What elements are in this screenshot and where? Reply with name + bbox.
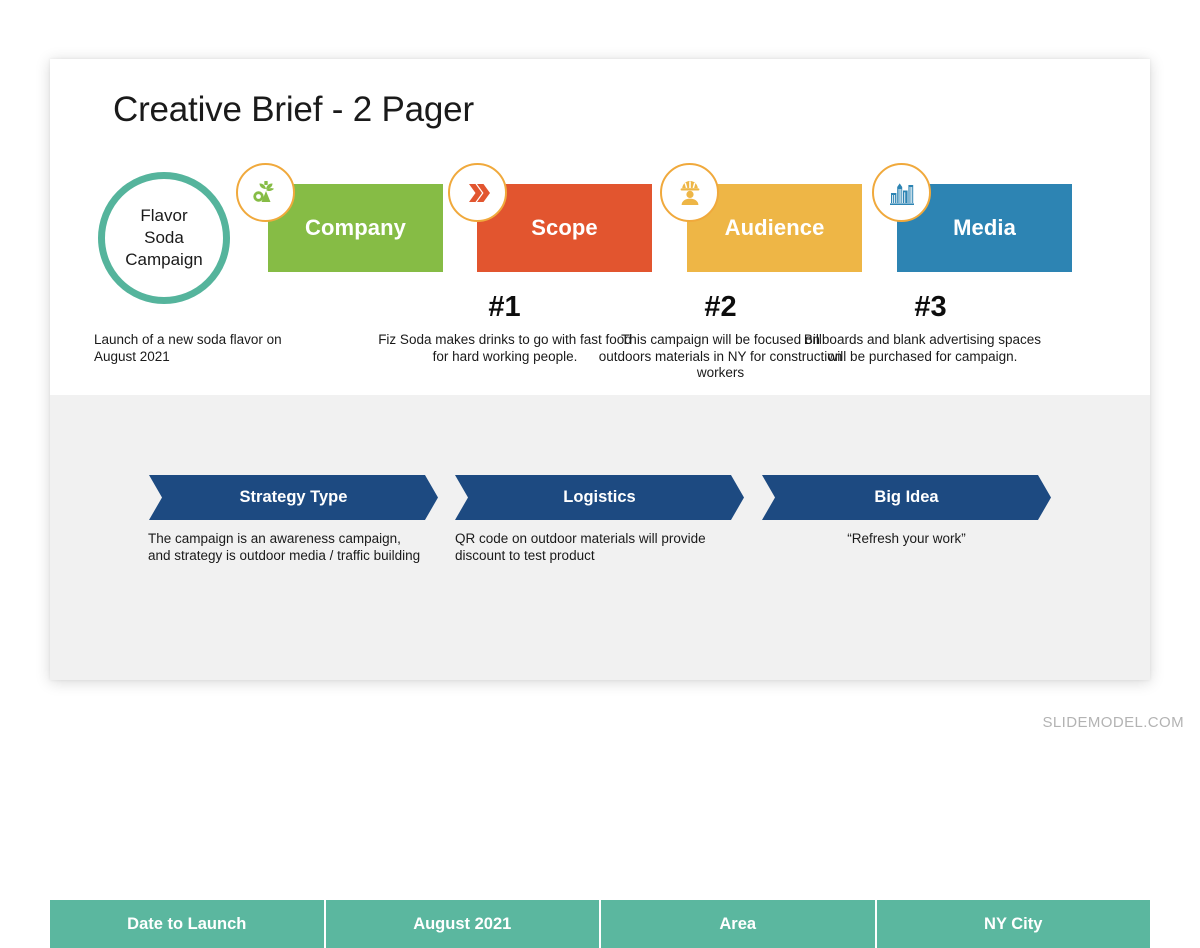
chevron-label: Strategy Type	[240, 488, 348, 507]
slide-canvas: Creative Brief - 2 Pager Flavor Soda Cam…	[50, 59, 1150, 680]
flavor-circle-label: Flavor Soda Campaign	[125, 205, 203, 271]
stage-label: Audience	[725, 215, 825, 241]
footer-table: Date to Launch August 2021 Area NY City	[50, 900, 1150, 948]
step-number-3: #3	[843, 291, 1018, 324]
chevron-caption-big-idea: “Refresh your work”	[762, 530, 1051, 547]
chevron-caption-strategy-type: The campaign is an awareness campaign, a…	[148, 530, 423, 564]
footer-cell-august-2021: August 2021	[326, 900, 602, 948]
footer-cell-area: Area	[601, 900, 877, 948]
icon-bubble-company	[236, 163, 295, 222]
icon-bubble-audience	[660, 163, 719, 222]
chevron-label: Big Idea	[874, 488, 938, 507]
step-number-1: #1	[417, 291, 592, 324]
footer-cell-date-to-launch: Date to Launch	[50, 900, 326, 948]
chevron-banner-big-idea[interactable]: Big Idea	[762, 475, 1051, 520]
plant-bottle-icon	[251, 178, 281, 208]
chevron-label: Logistics	[563, 488, 635, 507]
footer-cell-ny-city: NY City	[877, 900, 1151, 948]
chevron-caption-logistics: QR code on outdoor materials will provid…	[455, 530, 730, 564]
construction-worker-icon	[675, 178, 705, 208]
city-buildings-icon	[887, 178, 917, 208]
top-white-panel: Creative Brief - 2 Pager Flavor Soda Cam…	[50, 59, 1150, 395]
stage-label: Scope	[531, 215, 598, 241]
stage-label: Company	[305, 215, 406, 241]
page-title: Creative Brief - 2 Pager	[113, 90, 474, 130]
chevron-banner-logistics[interactable]: Logistics	[455, 475, 744, 520]
stage-caption-audience: Billboards and blank advertising spaces …	[800, 332, 1045, 365]
icon-bubble-media	[872, 163, 931, 222]
step-number-2: #2	[633, 291, 808, 324]
icon-bubble-scope	[448, 163, 507, 222]
flavor-soda-campaign-circle: Flavor Soda Campaign	[98, 172, 230, 304]
flavor-circle-caption: Launch of a new soda flavor on August 20…	[94, 332, 294, 365]
stage-label: Media	[953, 215, 1016, 241]
watermark: SLIDEMODEL.COM	[1043, 714, 1184, 731]
double-chevron-right-icon	[463, 178, 493, 208]
gray-middle-band: Strategy Type Logistics Big Idea The cam…	[50, 395, 1150, 680]
chevron-banner-strategy-type[interactable]: Strategy Type	[149, 475, 438, 520]
